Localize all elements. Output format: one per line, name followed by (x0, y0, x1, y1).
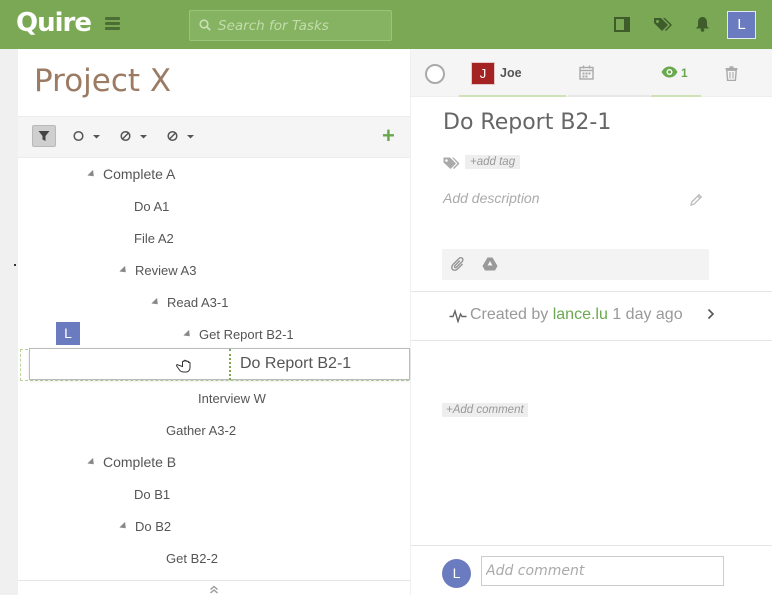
task-item[interactable]: Interview W (198, 391, 266, 406)
collapse-triangle-icon[interactable] (151, 297, 161, 308)
dragged-task[interactable] (29, 348, 410, 380)
followers-field[interactable]: 1 (651, 49, 701, 97)
tags-icon[interactable] (653, 17, 673, 32)
drag-user-avatar: L (56, 322, 80, 345)
status-filter-dropdown[interactable] (73, 129, 103, 145)
stray-dot (14, 264, 16, 266)
collapse-triangle-icon[interactable] (183, 329, 193, 340)
google-drive-icon[interactable] (482, 257, 498, 271)
task-item[interactable]: Do B1 (134, 487, 170, 502)
assignee-name: Joe (500, 66, 522, 80)
panel-toggle-icon[interactable] (614, 17, 630, 32)
top-bar: Quire L (0, 0, 772, 49)
search-input[interactable] (218, 16, 386, 36)
collapse-footer[interactable] (18, 580, 410, 595)
add-task-button[interactable]: + (382, 124, 395, 148)
drag-indent-marker (229, 349, 231, 380)
attachment-bar (442, 249, 709, 280)
activity-user-link[interactable]: lance.lu (553, 306, 608, 323)
eye-icon (661, 66, 678, 78)
task-item[interactable]: Complete B (87, 454, 176, 470)
detail-header: J Joe 1 (411, 49, 772, 97)
task-item[interactable]: Do A1 (134, 199, 169, 214)
trash-icon[interactable] (725, 66, 738, 81)
pencil-icon[interactable] (689, 193, 703, 207)
assignee-field[interactable]: J Joe (459, 49, 566, 97)
date-filter-dropdown[interactable] (167, 129, 197, 145)
collapse-triangle-icon[interactable] (87, 457, 97, 468)
paperclip-icon[interactable] (451, 256, 466, 272)
collapse-triangle-icon[interactable] (119, 521, 129, 532)
comment-user-avatar: L (442, 559, 471, 588)
complete-task-toggle[interactable] (425, 64, 445, 84)
search-icon (199, 19, 211, 31)
task-toolbar: + (18, 116, 410, 158)
task-item[interactable]: Review A3 (119, 263, 196, 278)
filter-button[interactable] (32, 125, 56, 147)
add-description-field[interactable]: Add description (443, 190, 540, 206)
divider (411, 545, 772, 546)
divider (411, 340, 772, 341)
quire-logo[interactable]: Quire (16, 8, 92, 38)
grab-hand-icon (176, 359, 191, 373)
hamburger-menu-icon[interactable] (105, 17, 120, 30)
task-detail-panel: J Joe 1 Do Report B2-1 +add tag Add desc… (411, 49, 772, 595)
filter-icon (38, 131, 50, 141)
add-tag-button[interactable]: +add tag (465, 155, 521, 169)
task-item[interactable]: Gather A3-2 (166, 423, 236, 438)
collapse-triangle-icon[interactable] (119, 265, 129, 276)
task-item[interactable]: Complete A (87, 166, 175, 182)
comment-input[interactable] (481, 556, 724, 586)
assignee-filter-dropdown[interactable] (120, 129, 150, 145)
task-item[interactable]: File A2 (134, 231, 174, 246)
assignee-avatar: J (471, 62, 495, 85)
notification-bell-icon[interactable] (695, 16, 710, 32)
activity-pulse-icon (449, 309, 467, 323)
follower-count: 1 (681, 66, 688, 80)
due-date-field[interactable] (568, 49, 650, 97)
task-item[interactable]: Get Report B2-1 (183, 327, 294, 342)
tag-icon (443, 157, 460, 169)
task-list-panel: Project X + Complete A Do A1 File A2 Rev… (18, 49, 414, 595)
double-chevron-up-icon[interactable] (209, 585, 219, 594)
dragged-task-label: Do Report B2-1 (240, 355, 352, 372)
task-detail-title[interactable]: Do Report B2-1 (443, 110, 611, 135)
chevron-right-icon[interactable] (707, 308, 715, 320)
search-box[interactable] (189, 10, 392, 41)
user-avatar[interactable]: L (727, 11, 756, 39)
task-item[interactable]: Do B2 (119, 519, 171, 534)
calendar-icon (579, 65, 594, 80)
task-item[interactable]: Read A3-1 (151, 295, 228, 310)
divider (411, 291, 772, 292)
task-item[interactable]: Get B2-2 (166, 551, 218, 566)
collapse-triangle-icon[interactable] (87, 169, 97, 180)
project-title: Project X (34, 63, 172, 99)
add-comment-button[interactable]: +Add comment (442, 403, 528, 417)
